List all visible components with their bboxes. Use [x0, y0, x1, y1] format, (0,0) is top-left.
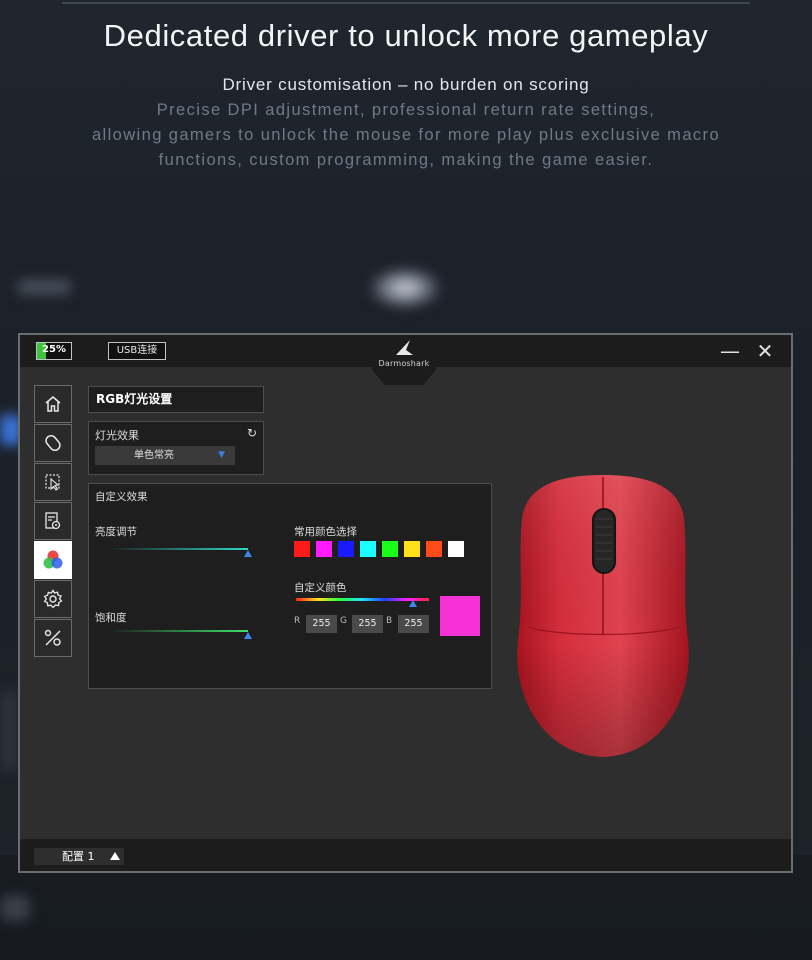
light-effect-select[interactable]: 单色常亮 ▼	[95, 446, 235, 465]
cursor-icon	[45, 474, 60, 491]
home-icon	[45, 396, 61, 412]
description-line: Precise DPI adjustment, professional ret…	[156, 101, 656, 119]
saturation-label: 饱和度	[95, 612, 127, 624]
connection-status: USB连接	[108, 342, 166, 360]
triangle-up-icon	[110, 852, 120, 860]
custom-effect-title: 自定义效果	[95, 491, 148, 503]
light-effect-value: 单色常亮	[134, 450, 174, 461]
common-colors-label: 常用颜色选择	[294, 526, 357, 538]
saturation-slider[interactable]	[109, 630, 248, 632]
b-input[interactable]: 255	[398, 615, 429, 633]
battery-label: 25%	[42, 344, 66, 355]
page-subtitle: Driver customisation – no burden on scor…	[222, 75, 590, 94]
mouse-icon	[45, 434, 61, 452]
gear-icon	[43, 589, 63, 609]
sidebar-item-dpi[interactable]	[34, 463, 72, 501]
brightness-label: 亮度调节	[95, 526, 137, 538]
g-input[interactable]: 255	[352, 615, 383, 633]
brand-logo: Darmoshark	[372, 335, 436, 385]
color-swatch[interactable]	[294, 541, 310, 557]
chevron-down-icon: ▼	[218, 450, 225, 460]
tools-icon	[44, 629, 61, 646]
macro-icon	[45, 512, 61, 530]
sidebar-item-buttons[interactable]	[34, 424, 72, 462]
color-swatch[interactable]	[338, 541, 354, 557]
close-button[interactable]: ✕	[753, 339, 777, 363]
r-input[interactable]: 255	[306, 615, 337, 633]
brightness-slider[interactable]	[109, 548, 248, 550]
driver-window: 25% USB连接 — ✕ Darmoshark RGB灯光设置 灯光效果 ↻ …	[18, 333, 793, 873]
background-blurred-button	[0, 895, 30, 921]
mouse-image	[517, 475, 689, 757]
profile-selector[interactable]: 配置 1	[34, 848, 124, 865]
rgb-icon	[43, 550, 63, 569]
top-divider	[62, 2, 750, 4]
rgb-section-title: RGB灯光设置	[88, 386, 264, 413]
sidebar-item-macro[interactable]	[34, 502, 72, 540]
color-swatch[interactable]	[448, 541, 464, 557]
background-blurred-panel	[0, 690, 18, 770]
minimize-button[interactable]: —	[718, 339, 742, 363]
sidebar-nav	[34, 385, 74, 658]
shark-fin-icon	[396, 340, 413, 355]
common-color-swatches	[294, 541, 470, 561]
color-swatch[interactable]	[426, 541, 442, 557]
description-line: allowing gamers to unlock the mouse for …	[91, 126, 721, 144]
brand-name: Darmoshark	[378, 359, 430, 368]
battery-indicator: 25%	[36, 342, 72, 360]
color-swatch[interactable]	[404, 541, 420, 557]
background-blurred-logo	[370, 268, 440, 308]
light-effect-panel: 灯光效果 ↻ 单色常亮 ▼	[88, 421, 264, 475]
page-headline: Dedicated driver to unlock more gameplay	[103, 18, 709, 53]
custom-effect-panel: 自定义效果 亮度调节 饱和度 常用颜色选择 自定义颜色 R 255 G 255 …	[88, 483, 492, 689]
brightness-slider-handle[interactable]	[244, 550, 252, 557]
reset-icon[interactable]: ↻	[247, 426, 257, 440]
sidebar-item-advanced[interactable]	[34, 619, 72, 657]
color-swatch[interactable]	[382, 541, 398, 557]
sidebar-item-home[interactable]	[34, 385, 72, 423]
color-preview	[440, 596, 480, 636]
b-label: B	[386, 616, 393, 626]
footer-bar: 配置 1	[20, 839, 791, 871]
sidebar-item-lighting[interactable]	[34, 541, 72, 579]
profile-label: 配置 1	[62, 850, 95, 863]
color-swatch[interactable]	[316, 541, 332, 557]
custom-color-label: 自定义颜色	[294, 582, 347, 594]
background-blurred-label	[18, 280, 70, 294]
description-line: functions, custom programming, making th…	[158, 151, 654, 169]
sidebar-item-settings[interactable]	[34, 580, 72, 618]
saturation-slider-handle[interactable]	[244, 632, 252, 639]
g-label: G	[340, 616, 347, 626]
r-label: R	[294, 616, 301, 626]
color-swatch[interactable]	[360, 541, 376, 557]
light-effect-label: 灯光效果	[95, 429, 139, 442]
hue-slider-handle[interactable]	[409, 600, 418, 607]
